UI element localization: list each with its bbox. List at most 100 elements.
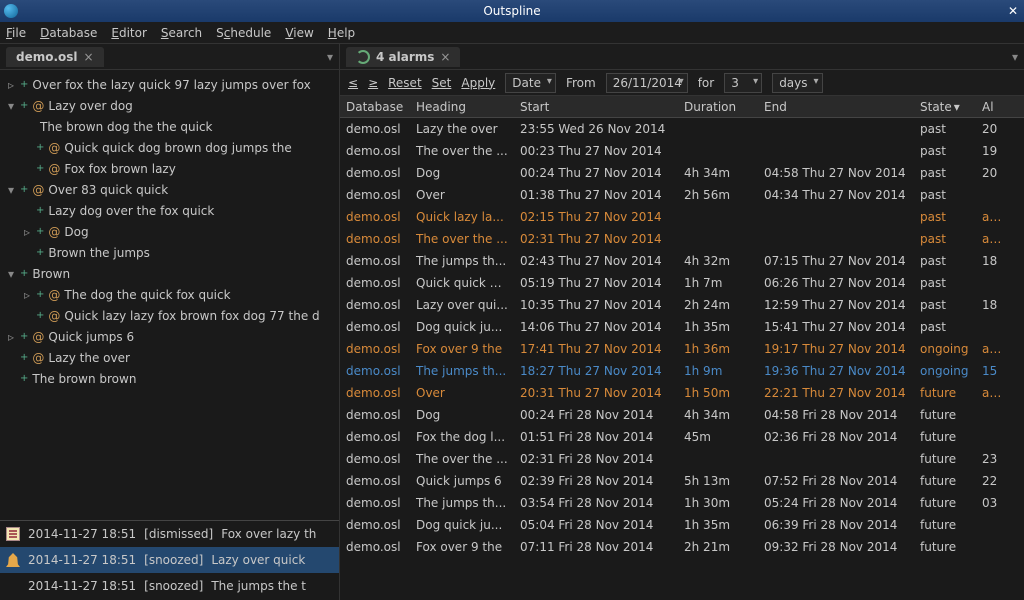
table-row[interactable]: demo.oslThe jumps th...18:27 Thu 27 Nov … <box>340 360 1024 382</box>
tree-item[interactable]: +Brown the jumps <box>0 242 339 263</box>
table-row[interactable]: demo.oslFox over 9 the07:11 Fri 28 Nov 2… <box>340 536 1024 558</box>
col-end[interactable]: End <box>758 100 914 114</box>
table-row[interactable]: demo.oslDog quick ju...05:04 Fri 28 Nov … <box>340 514 1024 536</box>
grid-body[interactable]: demo.oslLazy the over23:55 Wed 26 Nov 20… <box>340 118 1024 558</box>
tree-item[interactable]: +@Quick lazy lazy fox brown fox dog 77 t… <box>0 305 339 326</box>
twisty-icon[interactable]: ▾ <box>6 183 16 197</box>
twisty-icon[interactable]: ▹ <box>22 225 32 239</box>
twisty-icon[interactable]: ▹ <box>6 330 16 344</box>
col-start[interactable]: Start <box>514 100 678 114</box>
col-heading[interactable]: Heading <box>410 100 514 114</box>
tree-label: Brown <box>32 267 70 281</box>
cell-al: act <box>976 386 1006 400</box>
table-row[interactable]: demo.oslLazy the over23:55 Wed 26 Nov 20… <box>340 118 1024 140</box>
alarm-log[interactable]: 2014-11-27 18:51[dismissed]Fox over lazy… <box>0 520 339 600</box>
tree-item[interactable]: ▹+Over fox the lazy quick 97 lazy jumps … <box>0 74 339 95</box>
close-icon[interactable]: × <box>84 50 94 64</box>
twisty-icon[interactable]: ▹ <box>22 288 32 302</box>
table-row[interactable]: demo.oslQuick jumps 602:39 Fri 28 Nov 20… <box>340 470 1024 492</box>
tree-item[interactable]: ▹+@Dog <box>0 221 339 242</box>
cell-duration: 2h 56m <box>678 188 758 202</box>
note-icon <box>6 527 20 541</box>
tree-item[interactable]: +Lazy dog over the fox quick <box>0 200 339 221</box>
sort-combo[interactable]: Date <box>505 73 556 93</box>
log-time: 2014-11-27 18:51 <box>28 527 136 541</box>
menu-help[interactable]: Help <box>328 26 355 40</box>
table-row[interactable]: demo.oslOver20:31 Thu 27 Nov 20141h 50m2… <box>340 382 1024 404</box>
twisty-icon[interactable]: ▹ <box>6 78 16 92</box>
cell-start: 03:54 Fri 28 Nov 2014 <box>514 496 678 510</box>
close-icon[interactable]: × <box>440 50 450 64</box>
table-row[interactable]: demo.oslThe jumps th...02:43 Thu 27 Nov … <box>340 250 1024 272</box>
table-row[interactable]: demo.oslOver01:38 Thu 27 Nov 20142h 56m0… <box>340 184 1024 206</box>
cell-duration: 2h 24m <box>678 298 758 312</box>
cell-heading: Dog quick ju... <box>410 518 514 532</box>
tree-item[interactable]: ▾+Brown <box>0 263 339 284</box>
menu-database[interactable]: Database <box>40 26 97 40</box>
col-state[interactable]: State▾ <box>914 100 976 114</box>
table-row[interactable]: demo.oslQuick lazy la...02:15 Thu 27 Nov… <box>340 206 1024 228</box>
table-row[interactable]: demo.oslLazy over qui...10:35 Thu 27 Nov… <box>340 294 1024 316</box>
reset-button[interactable]: Reset <box>388 76 422 90</box>
col-al[interactable]: Al <box>976 100 1006 114</box>
cell-database: demo.osl <box>340 408 410 422</box>
cell-start: 07:11 Fri 28 Nov 2014 <box>514 540 678 554</box>
table-row[interactable]: demo.oslDog00:24 Fri 28 Nov 20144h 34m04… <box>340 404 1024 426</box>
tree-item[interactable]: +The brown brown <box>0 368 339 389</box>
table-row[interactable]: demo.oslFox the dog l...01:51 Fri 28 Nov… <box>340 426 1024 448</box>
log-row[interactable]: 2014-11-27 18:51[snoozed]The jumps the t <box>0 573 339 599</box>
menu-view[interactable]: View <box>285 26 313 40</box>
twisty-icon[interactable]: ▾ <box>6 267 16 281</box>
prev-button[interactable]: ≤ <box>348 76 358 90</box>
date-input[interactable]: 26/11/2014 <box>606 73 688 93</box>
table-row[interactable]: demo.oslFox over 9 the17:41 Thu 27 Nov 2… <box>340 338 1024 360</box>
menu-schedule[interactable]: Schedule <box>216 26 271 40</box>
cell-start: 00:24 Thu 27 Nov 2014 <box>514 166 678 180</box>
cell-end: 02:36 Fri 28 Nov 2014 <box>758 430 914 444</box>
cell-database: demo.osl <box>340 276 410 290</box>
cell-state: past <box>914 210 976 224</box>
days-count-input[interactable]: 3 <box>724 73 762 93</box>
cell-duration: 4h 32m <box>678 254 758 268</box>
twisty-icon[interactable]: ▾ <box>6 99 16 113</box>
plus-icon: + <box>20 184 28 195</box>
table-row[interactable]: demo.oslThe over the ...02:31 Thu 27 Nov… <box>340 228 1024 250</box>
log-row[interactable]: 2014-11-27 18:51[snoozed]Lazy over quick <box>0 547 339 573</box>
tree-item[interactable]: +@Lazy the over <box>0 347 339 368</box>
apply-button[interactable]: Apply <box>461 76 495 90</box>
table-row[interactable]: demo.oslQuick quick d...05:19 Thu 27 Nov… <box>340 272 1024 294</box>
col-database[interactable]: Database <box>340 100 410 114</box>
table-row[interactable]: demo.oslThe over the ...02:31 Fri 28 Nov… <box>340 448 1024 470</box>
menu-file[interactable]: File <box>6 26 26 40</box>
menu-editor[interactable]: Editor <box>111 26 147 40</box>
tree-item[interactable]: ▾+@Lazy over dog <box>0 95 339 116</box>
close-icon[interactable]: ✕ <box>1008 4 1018 18</box>
tree-item[interactable]: ▹+@The dog the quick fox quick <box>0 284 339 305</box>
log-time: 2014-11-27 18:51 <box>28 553 136 567</box>
chevron-down-icon[interactable]: ▾ <box>327 50 333 64</box>
table-row[interactable]: demo.oslDog quick ju...14:06 Thu 27 Nov … <box>340 316 1024 338</box>
cell-start: 23:55 Wed 26 Nov 2014 <box>514 122 678 136</box>
tree-item[interactable]: ▾+@Over 83 quick quick <box>0 179 339 200</box>
outline-tree[interactable]: ▹+Over fox the lazy quick 97 lazy jumps … <box>0 70 339 520</box>
cell-heading: The over the ... <box>410 144 514 158</box>
table-row[interactable]: demo.oslDog00:24 Thu 27 Nov 20144h 34m04… <box>340 162 1024 184</box>
tree-item[interactable]: +@Fox fox brown lazy <box>0 158 339 179</box>
plus-icon: + <box>20 79 28 90</box>
tab-demo-osl[interactable]: demo.osl × <box>6 47 104 67</box>
table-row[interactable]: demo.oslThe jumps th...03:54 Fri 28 Nov … <box>340 492 1024 514</box>
next-button[interactable]: ≥ <box>368 76 378 90</box>
cell-heading: Over <box>410 188 514 202</box>
cell-database: demo.osl <box>340 144 410 158</box>
col-duration[interactable]: Duration <box>678 100 758 114</box>
set-button[interactable]: Set <box>432 76 452 90</box>
chevron-down-icon[interactable]: ▾ <box>1012 50 1018 64</box>
tree-item[interactable]: The brown dog the the quick <box>0 116 339 137</box>
tree-item[interactable]: ▹+@Quick jumps 6 <box>0 326 339 347</box>
log-row[interactable]: 2014-11-27 18:51[dismissed]Fox over lazy… <box>0 521 339 547</box>
days-unit-combo[interactable]: days <box>772 73 822 93</box>
tab-alarms[interactable]: 4 alarms × <box>346 47 460 67</box>
tree-item[interactable]: +@Quick quick dog brown dog jumps the <box>0 137 339 158</box>
table-row[interactable]: demo.oslThe over the ...00:23 Thu 27 Nov… <box>340 140 1024 162</box>
menu-search[interactable]: Search <box>161 26 202 40</box>
